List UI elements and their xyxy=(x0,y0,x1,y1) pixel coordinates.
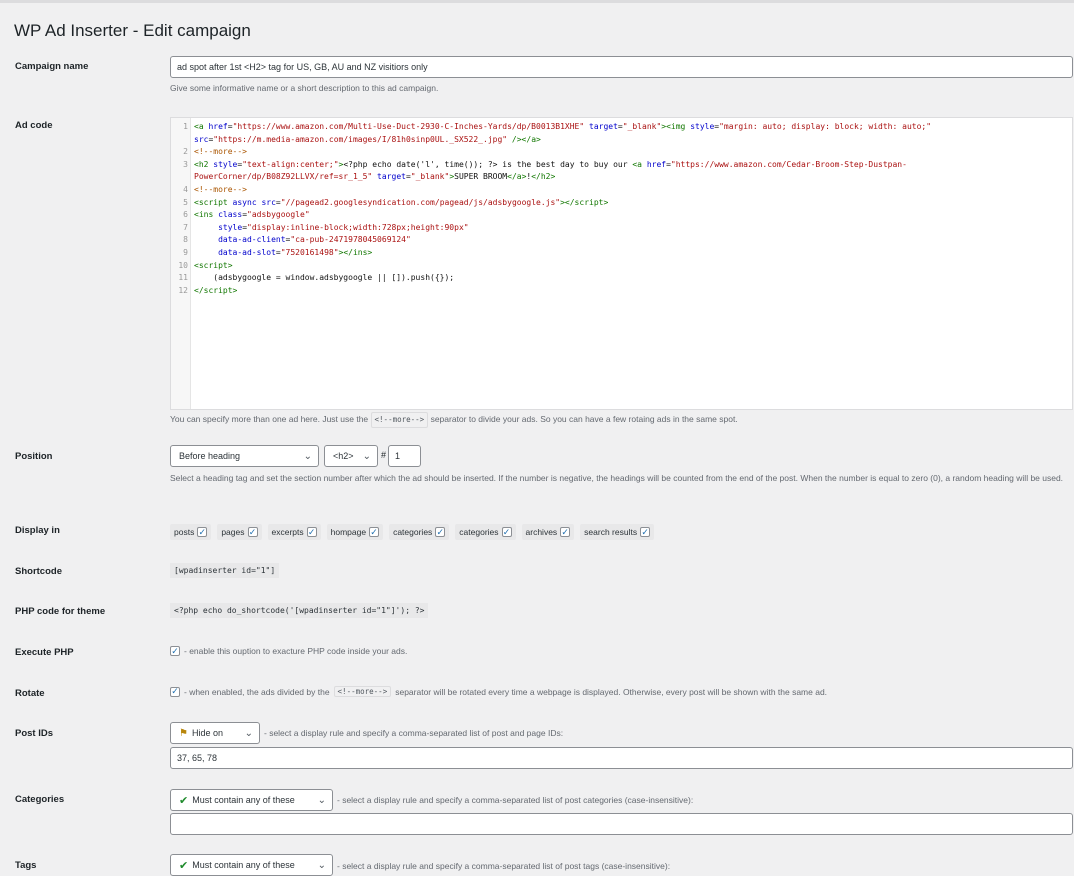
display-option-archives[interactable]: archives ✓ xyxy=(521,524,575,540)
code-line: src="https://m.media-amazon.com/images/I… xyxy=(194,134,541,144)
code-line: 7 style="display:inline-block;width:728p… xyxy=(183,222,469,232)
rotate-help-after: separator will be rotated every time a w… xyxy=(395,686,828,697)
rotate-help-before: - when enabled, the ads divided by the xyxy=(184,686,330,697)
code-line: 3 <h2 style="text-align:center;"><?php ec… xyxy=(183,159,907,169)
code-line: 1 <a href="https://www.amazon.com/Multi-U… xyxy=(183,122,932,131)
execute-php-row: ✓ - enable this ouption to exacture PHP … xyxy=(170,646,407,656)
php-code-label: PHP code for theme xyxy=(15,606,106,617)
check-mark-icon: ✔ xyxy=(179,794,189,807)
ad-code-editor[interactable]: 1 <a href="https://www.amazon.com/Multi-U… xyxy=(170,117,1073,410)
check-icon[interactable]: ✓ xyxy=(560,527,571,537)
check-icon[interactable]: ✓ xyxy=(197,527,208,537)
campaign-name-input[interactable]: ad spot after 1st <H2> tag for US, GB, A… xyxy=(170,56,1073,78)
chevron-down-icon: ⌄ xyxy=(317,859,326,871)
tags-help: - select a display rule and specify a co… xyxy=(337,861,671,871)
campaign-name-value: ad spot after 1st <H2> tag for US, GB, A… xyxy=(177,62,428,72)
chevron-down-icon: ⌄ xyxy=(317,794,326,806)
post-ids-label: Post IDs xyxy=(15,728,54,739)
check-icon[interactable]: ✓ xyxy=(306,527,317,537)
code-line: 5 <script async src="//pagead2.googlesynd… xyxy=(183,197,609,207)
post-ids-rule-select[interactable]: ⚑ Hide on ⌄ xyxy=(170,722,260,744)
rotate-label: Rotate xyxy=(15,688,45,699)
check-icon[interactable]: ✓ xyxy=(640,527,651,537)
chevron-down-icon: ⌄ xyxy=(362,450,371,462)
execute-php-checkbox[interactable]: ✓ xyxy=(170,646,180,656)
display-option-excerpts[interactable]: excerpts ✓ xyxy=(267,524,321,540)
hash-symbol: # xyxy=(381,450,387,460)
display-option-search-results[interactable]: search results ✓ xyxy=(580,524,655,540)
display-option-homepage[interactable]: hompage ✓ xyxy=(326,524,384,540)
position-help: Select a heading tag and set the section… xyxy=(170,473,1064,483)
code-lines: 1 <a href="https://www.amazon.com/Multi-U… xyxy=(171,121,1072,297)
edit-campaign-page: WP Ad Inserter - Edit campaign Campaign … xyxy=(0,3,1074,876)
position-label: Position xyxy=(15,451,53,462)
chevron-down-icon: ⌄ xyxy=(244,727,253,739)
check-icon[interactable]: ✓ xyxy=(369,527,380,537)
tags-rule-select[interactable]: ✔ Must contain any of these ⌄ xyxy=(170,854,333,876)
code-line: PowerCorner/dp/B08Z92LLVX/ref=sr_1_5" ta… xyxy=(194,172,556,182)
display-option-categories-2[interactable]: categories ✓ xyxy=(455,524,516,540)
page-title: WP Ad Inserter - Edit campaign xyxy=(14,21,251,40)
check-mark-icon: ✔ xyxy=(179,859,189,872)
display-option-categories[interactable]: categories ✓ xyxy=(389,524,450,540)
heading-tag-select[interactable]: <h2> ⌄ xyxy=(324,445,378,467)
campaign-name-label: Campaign name xyxy=(15,61,89,72)
post-ids-help: - select a display rule and specify a co… xyxy=(264,728,564,738)
categories-rule-select[interactable]: ✔ Must contain any of these ⌄ xyxy=(170,789,333,811)
code-line: 10 <script> xyxy=(178,260,233,270)
separator-chip: <!--more--> xyxy=(333,686,392,697)
code-line: 2 <!--more--> xyxy=(183,147,247,157)
rotate-checkbox[interactable]: ✓ xyxy=(170,686,180,697)
check-icon[interactable]: ✓ xyxy=(247,527,258,537)
php-code-value: <?php echo do_shortcode('[wpadinserter i… xyxy=(170,603,429,618)
ad-code-label: Ad code xyxy=(15,120,53,131)
display-in-options: posts ✓ pages ✓ excerpts ✓ hompage ✓ categor… xyxy=(170,524,655,540)
check-icon[interactable]: ✓ xyxy=(435,527,446,537)
categories-input[interactable] xyxy=(170,813,1073,835)
execute-php-help: - enable this ouption to exacture PHP co… xyxy=(184,646,408,656)
heading-position-select[interactable]: Before heading ⌄ xyxy=(170,445,319,467)
check-icon[interactable]: ✓ xyxy=(501,527,512,537)
execute-php-label: Execute PHP xyxy=(15,647,74,658)
post-ids-input[interactable]: 37, 65, 78 xyxy=(170,747,1073,769)
categories-label: Categories xyxy=(15,794,65,805)
heading-number-input[interactable]: 1 xyxy=(388,445,421,467)
code-line: 8 data-ad-client="ca-pub-247197804506912… xyxy=(183,235,411,245)
code-line: 9 data-ad-slot="7520161498"></ins> xyxy=(183,247,373,257)
hide-flag-icon: ⚑ xyxy=(179,727,188,739)
display-in-label: Display in xyxy=(15,525,60,536)
chevron-down-icon: ⌄ xyxy=(303,450,312,462)
code-line: 6 <ins class="adsbygoogle" xyxy=(183,210,310,220)
rotate-row: ✓ - when enabled, the ads divided by the… xyxy=(170,686,827,697)
campaign-name-help: Give some informative name or a short de… xyxy=(170,83,439,93)
code-line: 12 </script> xyxy=(178,285,238,295)
tags-label: Tags xyxy=(15,860,37,871)
shortcode-value: [wpadinserter id="1"] xyxy=(170,563,280,578)
ad-code-help: You can specify more than one ad here. J… xyxy=(170,412,738,428)
shortcode-label: Shortcode xyxy=(15,566,62,577)
code-line: 11 (adsbygoogle = window.adsbygoogle || … xyxy=(178,273,455,283)
categories-help: - select a display rule and specify a co… xyxy=(337,795,694,805)
separator-chip: <!--more--> xyxy=(370,412,429,428)
code-line: 4 <!--more--> xyxy=(183,184,247,194)
display-option-pages[interactable]: pages ✓ xyxy=(217,524,262,540)
display-option-posts[interactable]: posts ✓ xyxy=(170,524,212,540)
